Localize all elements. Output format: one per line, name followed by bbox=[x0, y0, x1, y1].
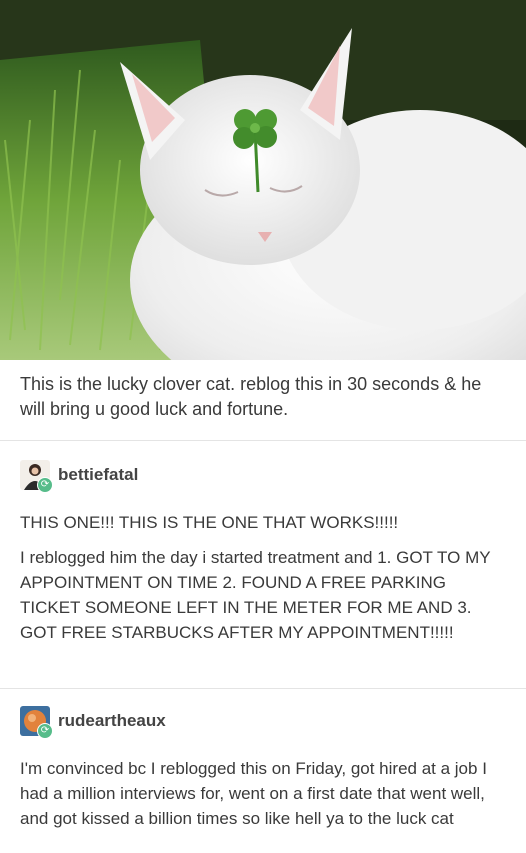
post-photo[interactable] bbox=[0, 0, 526, 360]
cat-photo-image bbox=[0, 0, 526, 360]
reblog-entry: ⟳ bettiefatal THIS ONE!!! THIS IS THE ON… bbox=[20, 458, 510, 645]
divider bbox=[0, 440, 526, 441]
post-caption: This is the lucky clover cat. reblog thi… bbox=[20, 374, 482, 419]
username-link[interactable]: bettiefatal bbox=[58, 465, 138, 485]
reblog-paragraph: I'm convinced bc I reblogged this on Fri… bbox=[20, 759, 487, 828]
reblog-paragraph: THIS ONE!!! THIS IS THE ONE THAT WORKS!!… bbox=[20, 513, 399, 532]
reblog-header: ⟳ rudeartheaux bbox=[20, 704, 510, 739]
reblog-badge-icon: ⟳ bbox=[37, 723, 53, 739]
username-link[interactable]: rudeartheaux bbox=[58, 711, 166, 731]
reblog-header: ⟳ bettiefatal bbox=[20, 458, 510, 493]
avatar[interactable]: ⟳ bbox=[20, 460, 53, 493]
reblog-badge-icon: ⟳ bbox=[37, 477, 53, 493]
reblog-paragraph: I reblogged him the day i started treatm… bbox=[20, 548, 491, 642]
divider bbox=[0, 688, 526, 689]
reblog-entry: ⟳ rudeartheaux I'm convinced bc I reblog… bbox=[20, 704, 510, 831]
avatar[interactable]: ⟳ bbox=[20, 706, 53, 739]
